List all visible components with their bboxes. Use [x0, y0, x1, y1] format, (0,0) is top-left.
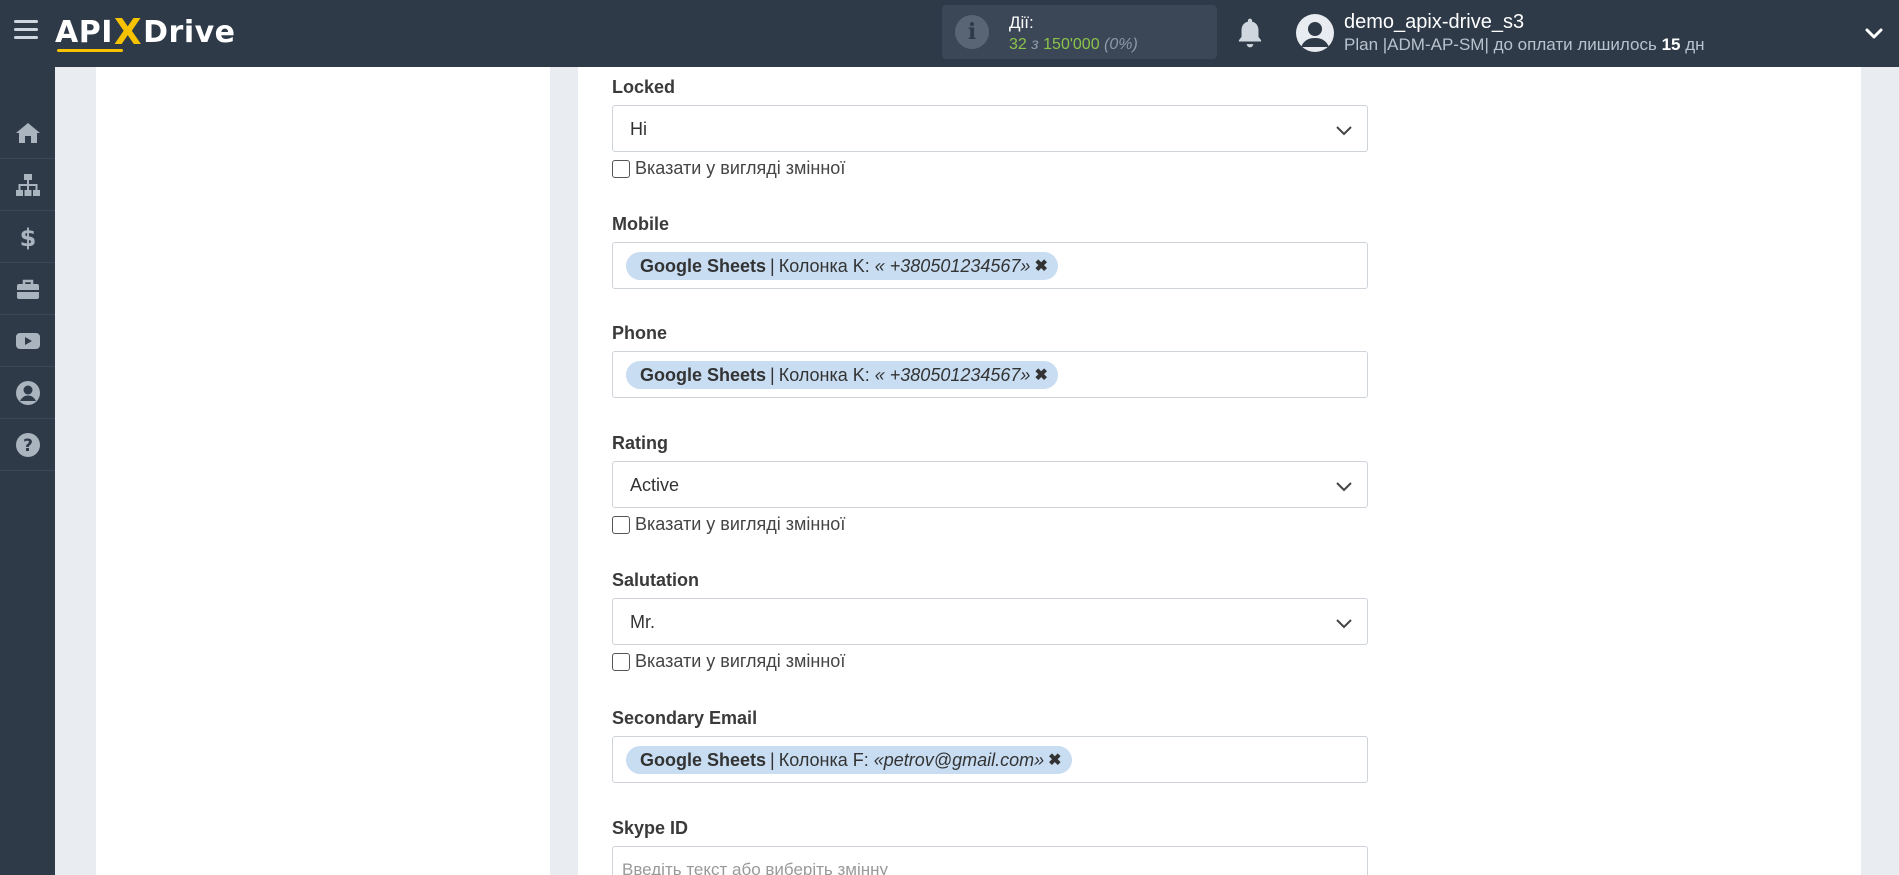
youtube-icon [15, 332, 40, 349]
locked-select[interactable]: Ні [612, 105, 1368, 152]
tag-separator: | [770, 364, 775, 385]
tag-column: Колонка F: [778, 749, 869, 770]
username[interactable]: demo_apix-drive_s3 [1344, 11, 1524, 34]
salutation-variable-checkbox[interactable] [612, 652, 630, 671]
plan-info: Plan |ADM-AP-SM| до оплати лишилось 15 д… [1344, 35, 1705, 55]
phone-field[interactable]: Google Sheets | Колонка K: « +3805012345… [612, 351, 1368, 398]
logo-text-api: API [55, 14, 113, 50]
sidebar-item-projects[interactable] [0, 263, 55, 315]
tag-source: Google Sheets [640, 364, 767, 385]
salutation-variable-option: Вказати у вигляді змінної [612, 651, 845, 672]
tag-source: Google Sheets [640, 255, 767, 276]
rating-select-value: Active [630, 475, 680, 495]
logo-text-drive: Drive [143, 14, 236, 50]
dollar-icon: $ [19, 224, 36, 251]
tag-sample-value: « +380501234567» [874, 255, 1031, 276]
tag-sample-value: «petrov@gmail.com» [873, 749, 1045, 770]
phone-variable-tag[interactable]: Google Sheets | Колонка K: « +3805012345… [626, 361, 1058, 389]
rating-select[interactable]: Active [612, 461, 1368, 508]
sitemap-icon [15, 173, 40, 196]
actions-percent: (0%) [1104, 36, 1138, 53]
salutation-select-value: Mr. [630, 612, 655, 632]
svg-text:$: $ [19, 224, 36, 251]
actions-total: 150'000 [1043, 36, 1100, 53]
briefcase-icon [16, 279, 39, 299]
actions-label: Дії: [1009, 13, 1034, 32]
field-label-salutation: Salutation [612, 570, 700, 590]
sidebar-item-connections[interactable] [0, 159, 55, 211]
apix-drive-logo[interactable]: API X Drive [55, 9, 236, 55]
logo-underline [57, 49, 123, 52]
logo-text-x: X [113, 11, 143, 53]
mobile-field[interactable]: Google Sheets | Колонка K: « +3805012345… [612, 242, 1368, 289]
skype-id-input[interactable] [613, 847, 1367, 875]
chevron-down-icon [1336, 126, 1352, 136]
sidebar-item-videos[interactable] [0, 315, 55, 367]
field-label-phone: Phone [612, 323, 668, 343]
sidebar-item-help[interactable]: ? [0, 419, 55, 471]
remove-tag-icon[interactable]: ✖ [1048, 750, 1061, 770]
remove-tag-icon[interactable]: ✖ [1034, 365, 1047, 385]
panel-divider [550, 67, 578, 875]
locked-variable-checkbox[interactable] [612, 159, 630, 178]
top-bar: API X Drive i Дії: 32 з 150'000 (0%) demo_… [0, 0, 1899, 67]
salutation-select[interactable]: Mr. [612, 598, 1368, 645]
mobile-variable-tag[interactable]: Google Sheets | Колонка K: « +3805012345… [626, 252, 1058, 280]
info-icon: i [955, 15, 989, 49]
skype-id-field[interactable] [612, 846, 1368, 875]
remove-tag-icon[interactable]: ✖ [1034, 256, 1047, 276]
rating-variable-label[interactable]: Вказати у вигляді змінної [635, 514, 845, 535]
field-label-secondary-email: Secondary Email [612, 708, 758, 728]
chevron-down-icon [1336, 482, 1352, 492]
bell-icon[interactable] [1234, 16, 1266, 50]
actions-of: з [1031, 36, 1039, 53]
tag-sample-value: « +380501234567» [874, 364, 1031, 385]
actions-count: 32 з 150'000 (0%) [1009, 36, 1138, 54]
chevron-down-icon [1336, 619, 1352, 629]
field-label-skype-id: Skype ID [612, 818, 689, 838]
tag-source: Google Sheets [640, 749, 767, 770]
sidebar-item-billing[interactable]: $ [0, 211, 55, 263]
rating-variable-option: Вказати у вигляді змінної [612, 514, 845, 535]
locked-select-value: Ні [630, 119, 647, 139]
tag-separator: | [770, 255, 775, 276]
svg-text:?: ? [23, 436, 33, 456]
field-label-locked: Locked [612, 77, 676, 97]
home-icon [15, 122, 40, 143]
sidebar: $ ? [0, 67, 55, 875]
rating-variable-checkbox[interactable] [612, 515, 630, 534]
question-icon: ? [15, 432, 40, 457]
field-label-mobile: Mobile [612, 214, 669, 234]
tag-separator: | [770, 749, 775, 770]
field-label-rating: Rating [612, 433, 668, 453]
tag-column: Колонка K: [778, 364, 870, 385]
locked-variable-label[interactable]: Вказати у вигляді змінної [635, 158, 845, 179]
user-avatar-icon [1301, 22, 1329, 47]
hamburger-menu-icon[interactable] [14, 20, 38, 44]
salutation-variable-label[interactable]: Вказати у вигляді змінної [635, 651, 845, 672]
actions-counter[interactable]: i Дії: 32 з 150'000 (0%) [942, 5, 1217, 59]
sidebar-item-account[interactable] [0, 367, 55, 419]
sidebar-item-home[interactable] [0, 107, 55, 159]
actions-used: 32 [1009, 36, 1027, 53]
chevron-down-icon[interactable] [1863, 22, 1885, 44]
secondary-email-field[interactable]: Google Sheets | Колонка F: «petrov@gmail… [612, 736, 1368, 783]
plan-days: 15 [1661, 35, 1681, 54]
locked-variable-option: Вказати у вигляді змінної [612, 158, 845, 179]
secondary-email-variable-tag[interactable]: Google Sheets | Колонка F: «petrov@gmail… [626, 746, 1072, 774]
avatar[interactable] [1296, 14, 1334, 52]
tag-column: Колонка K: [778, 255, 870, 276]
plan-suffix: дн [1685, 35, 1705, 54]
plan-prefix: Plan |ADM-AP-SM| до оплати лишилось [1344, 35, 1657, 54]
user-circle-icon [15, 380, 40, 405]
